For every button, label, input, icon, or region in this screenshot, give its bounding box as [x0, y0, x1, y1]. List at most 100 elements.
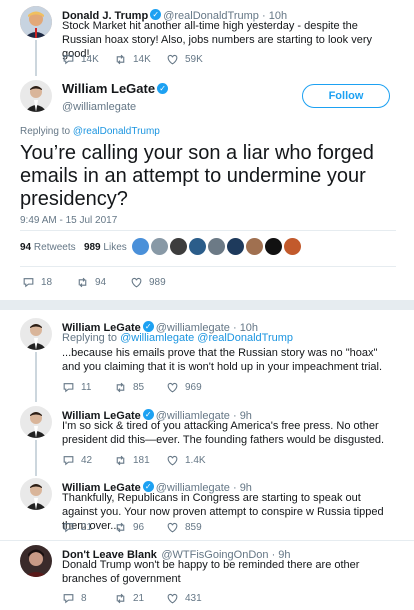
like-count: 859 [185, 522, 202, 533]
retweet-icon [116, 522, 125, 533]
avatar[interactable] [20, 545, 52, 577]
tweet-actions: 14K 14K 59K [62, 53, 218, 66]
avatar[interactable] [208, 238, 225, 255]
reply-button[interactable]: 11 [62, 381, 114, 394]
parent-tweet[interactable]: Donald J. Trump ✓ @realDonaldTrump · 10h S… [0, 0, 414, 76]
like-button[interactable]: 59K [166, 53, 218, 66]
retweet-button[interactable]: 96 [114, 521, 166, 534]
author-handle[interactable]: @williamlegate [62, 101, 170, 113]
avatar[interactable] [170, 238, 187, 255]
reply-count: 11 [81, 382, 92, 393]
like-count: 431 [185, 593, 202, 604]
replying-prefix: Replying to [20, 126, 71, 137]
verified-icon: ✓ [142, 320, 154, 332]
avatar[interactable] [20, 406, 52, 438]
avatar[interactable] [20, 80, 52, 112]
avatar[interactable] [20, 6, 52, 38]
reply-icon [63, 523, 74, 533]
reply-button[interactable]: 14K [62, 53, 114, 66]
avatar[interactable] [151, 238, 168, 255]
replying-to-link[interactable]: @realDonaldTrump [73, 126, 160, 137]
reply-count: 21 [81, 522, 93, 533]
tweet-actions: 8 21 431 [62, 592, 218, 605]
tweet-actions: 21 96 859 [62, 521, 218, 534]
tweet-actions: 42 181 1.4K [62, 454, 218, 467]
engagement-stats: 94 Retweets 989 Likes [20, 242, 127, 253]
author-name[interactable]: William LeGate [62, 81, 155, 96]
heart-icon [167, 54, 178, 65]
avatar[interactable] [265, 238, 282, 255]
retweet-count: 96 [133, 522, 145, 533]
avatar[interactable] [132, 238, 149, 255]
avatar[interactable] [20, 318, 52, 350]
heart-icon [167, 382, 178, 393]
heart-icon [167, 455, 178, 466]
tweet-timestamp[interactable]: 9:49 AM - 15 Jul 2017 [20, 215, 117, 226]
like-count: 59K [185, 54, 203, 65]
reply-icon [63, 383, 74, 393]
reply-icon [63, 594, 74, 604]
thread-line [35, 352, 37, 402]
retweet-icon [78, 277, 87, 288]
likes-stat[interactable]: 989 Likes [84, 242, 127, 253]
like-button[interactable]: 431 [166, 592, 218, 605]
reply-button[interactable]: 18 [22, 276, 76, 289]
retweets-stat[interactable]: 94 Retweets [20, 242, 76, 253]
avatar[interactable] [284, 238, 301, 255]
like-button[interactable]: 969 [166, 381, 218, 394]
reply-tweet[interactable]: William LeGate ✓ @williamlegate · 10h Repl… [0, 310, 414, 402]
thread-line [35, 40, 37, 76]
retweet-button[interactable]: 181 [114, 454, 166, 467]
heart-icon [131, 277, 142, 288]
heart-icon [167, 522, 178, 533]
reply-count: 18 [41, 277, 53, 288]
replying-prefix: Replying to [62, 332, 118, 344]
avatar[interactable] [246, 238, 263, 255]
verified-icon: ✓ [157, 82, 169, 94]
tweet-text: You’re calling your son a liar who forge… [20, 142, 374, 210]
tweet-text: Donald Trump won't be happy to be remind… [62, 559, 360, 585]
liker-avatars [132, 238, 301, 255]
reply-button[interactable]: 8 [62, 592, 114, 605]
reply-tweet[interactable]: William LeGate ✓ @williamlegate · 9h I'm s… [0, 402, 414, 476]
reply-tweet[interactable]: Don't Leave Blank @WTFisGoingOnDon · 9h … [0, 541, 414, 610]
reply-count: 42 [81, 455, 93, 466]
like-button[interactable]: 989 [130, 276, 184, 289]
section-divider [0, 300, 414, 310]
retweet-count: 85 [133, 382, 145, 393]
reply-count: 8 [81, 593, 87, 604]
avatar[interactable] [189, 238, 206, 255]
reply-icon [63, 55, 74, 65]
reply-tweet[interactable]: William LeGate ✓ @williamlegate · 9h Thank… [0, 474, 414, 540]
retweet-count: 14K [133, 54, 151, 65]
retweet-icon [116, 382, 125, 393]
retweet-button[interactable]: 21 [114, 592, 166, 605]
avatar[interactable] [227, 238, 244, 255]
like-count: 1.4K [185, 455, 206, 466]
main-tweet: William LeGate ✓ @williamlegate Follow Re… [0, 72, 414, 300]
like-count: 969 [185, 382, 202, 393]
tweet-actions: 11 85 969 [62, 381, 218, 394]
like-button[interactable]: 1.4K [166, 454, 218, 467]
reply-button[interactable]: 42 [62, 454, 114, 467]
retweet-count: 21 [133, 593, 145, 604]
retweet-button[interactable]: 94 [76, 276, 130, 289]
retweet-button[interactable]: 85 [114, 381, 166, 394]
retweet-count: 181 [133, 455, 150, 466]
reply-icon [23, 278, 34, 288]
tweet-text: ...because his emails prove that the Rus… [62, 347, 383, 373]
thread-line [35, 440, 37, 476]
retweet-icon [116, 54, 125, 65]
retweet-icon [116, 455, 125, 466]
like-button[interactable]: 859 [166, 521, 218, 534]
follow-button[interactable]: Follow [302, 84, 390, 108]
reply-button[interactable]: 21 [62, 521, 114, 534]
like-count: 989 [149, 277, 166, 288]
heart-icon [167, 593, 178, 604]
retweet-button[interactable]: 14K [114, 53, 166, 66]
replying-to-link[interactable]: @williamlegate @realDonaldTrump [120, 332, 293, 344]
reply-icon [63, 456, 74, 466]
avatar[interactable] [20, 478, 52, 510]
reply-count: 14K [81, 54, 99, 65]
retweet-icon [116, 593, 125, 604]
